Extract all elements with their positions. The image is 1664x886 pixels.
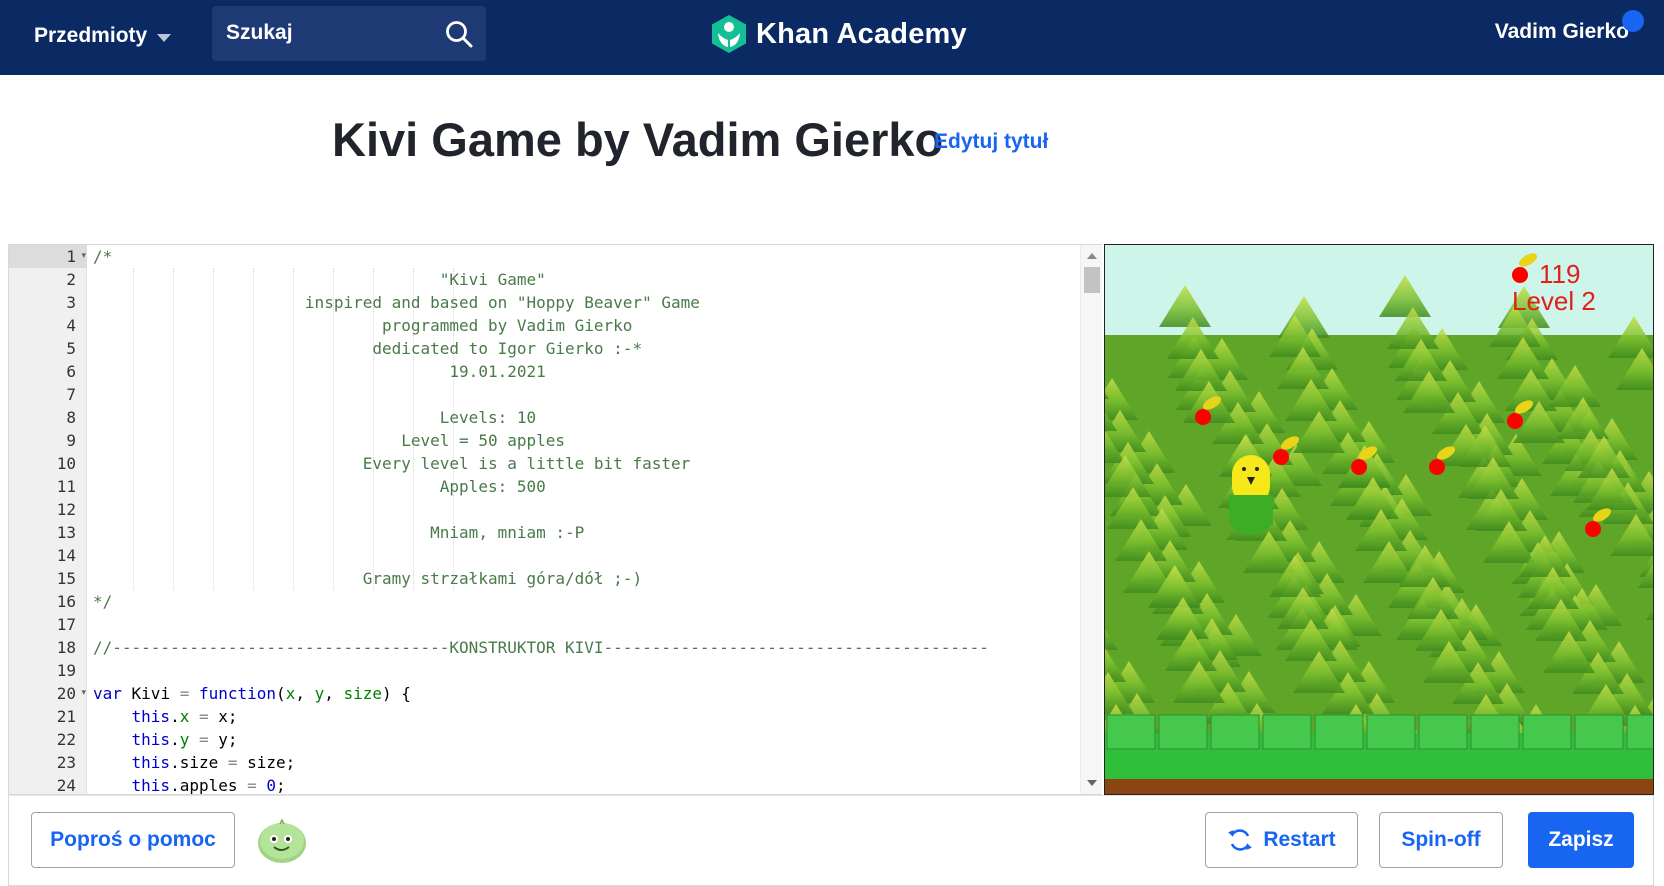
line-number: 22: [56, 730, 76, 749]
line-number: 21: [56, 707, 76, 726]
notification-dot[interactable]: [1622, 10, 1644, 32]
line-number: 5: [66, 339, 76, 358]
code-line[interactable]: this.apples = 0;: [93, 774, 286, 794]
line-number: 9: [66, 431, 76, 450]
level-text: Level 2: [1512, 286, 1596, 316]
khan-academy-logo[interactable]: Khan Academy: [710, 14, 967, 54]
line-number: 15: [56, 569, 76, 588]
line-number: 16: [56, 592, 76, 611]
line-number: 1: [66, 247, 76, 266]
code-line[interactable]: programmed by Vadim Gierko: [93, 314, 632, 337]
edit-title-link[interactable]: Edytuj tytuł: [934, 130, 1048, 154]
grass-blocks: [1106, 714, 1653, 750]
khan-logo-icon: [712, 15, 746, 53]
foliage: [1105, 275, 1653, 777]
code-line[interactable]: Mniam, mniam :-P: [93, 521, 584, 544]
code-line[interactable]: */: [93, 590, 112, 613]
code-line[interactable]: this.y = y;: [93, 728, 238, 751]
line-number: 13: [56, 523, 76, 542]
line-number: 8: [66, 408, 76, 427]
code-line[interactable]: inspired and based on "Hoppy Beaver" Gam…: [93, 291, 700, 314]
line-number: 4: [66, 316, 76, 335]
refresh-icon: [1228, 829, 1253, 851]
kivi-character: [1229, 455, 1273, 534]
line-number: 17: [56, 615, 76, 634]
code-editor[interactable]: 1 ▾ 2 3 4 5 6 7 8 9 10 11 12 13 14 15 16 17 18 19 20 ▾ 21 22 23 2…: [8, 244, 1102, 795]
line-number: 20: [56, 684, 76, 703]
code-line[interactable]: 19.01.2021: [93, 360, 545, 383]
code-line[interactable]: //-----------------------------------KON…: [93, 636, 989, 659]
line-number: 23: [56, 753, 76, 772]
code-line[interactable]: Levels: 10: [93, 406, 536, 429]
subjects-menu-button[interactable]: Przedmioty: [34, 18, 172, 54]
spin-off-button[interactable]: Spin-off: [1379, 812, 1503, 868]
code-line[interactable]: var Kivi = function(x, y, size) {: [93, 682, 411, 705]
top-nav: Przedmioty Szukaj Khan Academy Vadim Gie…: [0, 0, 1664, 75]
bottom-toolbar: Poproś o pomoc Restart Spin-off Zapisz: [8, 795, 1654, 886]
code-line[interactable]: Level = 50 apples: [93, 429, 565, 452]
search-placeholder: Szukaj: [226, 21, 293, 44]
scroll-up-icon[interactable]: [1087, 253, 1097, 259]
scroll-down-icon[interactable]: [1087, 780, 1097, 786]
code-line[interactable]: /*: [93, 245, 112, 268]
search-icon[interactable]: [444, 19, 474, 49]
code-line[interactable]: this.size = size;: [93, 751, 296, 774]
code-line[interactable]: Every level is a little bit faster: [93, 452, 691, 475]
chevron-down-icon: [157, 33, 172, 42]
search-input[interactable]: Szukaj: [212, 6, 486, 61]
fold-arrow-icon[interactable]: ▾: [81, 245, 86, 268]
line-number-gutter: 1 ▾ 2 3 4 5 6 7 8 9 10 11 12 13 14 15 16 17 18 19 20 ▾ 21 22 23 2…: [9, 245, 87, 794]
line-number: 18: [56, 638, 76, 657]
line-number: 11: [56, 477, 76, 496]
line-number: 10: [56, 454, 76, 473]
dirt: [1105, 779, 1653, 794]
code-line[interactable]: this.x = x;: [93, 705, 238, 728]
score-text: 119: [1539, 259, 1580, 289]
line-number: 3: [66, 293, 76, 312]
code-line[interactable]: dedicated to Igor Gierko :-*: [93, 337, 642, 360]
line-number: 2: [66, 270, 76, 289]
scrollbar-thumb[interactable]: [1084, 267, 1100, 293]
line-number: 14: [56, 546, 76, 565]
user-name-button[interactable]: Vadim Gierko: [1495, 20, 1629, 44]
line-number: 24: [56, 776, 76, 795]
page-title: Kivi Game by Vadim Gierko: [332, 113, 944, 166]
code-line[interactable]: Gramy strzałkami góra/dół ;-): [93, 567, 642, 590]
ask-for-help-button[interactable]: Poproś o pomoc: [31, 812, 235, 868]
code-line[interactable]: "Kivi Game": [93, 268, 546, 291]
subjects-label: Przedmioty: [34, 24, 148, 47]
fold-arrow-icon[interactable]: ▾: [81, 682, 86, 705]
line-number: 7: [66, 385, 76, 404]
game-canvas[interactable]: 119 Level 2: [1104, 244, 1654, 795]
save-button[interactable]: Zapisz: [1528, 812, 1634, 868]
code-line[interactable]: Apples: 500: [93, 475, 546, 498]
avatar-icon[interactable]: [256, 815, 308, 865]
restart-label: Restart: [1263, 828, 1336, 851]
restart-button[interactable]: Restart: [1205, 812, 1358, 868]
code-area[interactable]: /* "Kivi Game" inspired and based on "Ho…: [93, 245, 1083, 794]
line-number: 19: [56, 661, 76, 680]
logo-text: Khan Academy: [756, 17, 967, 50]
line-number: 6: [66, 362, 76, 381]
editor-scrollbar[interactable]: [1080, 245, 1102, 794]
line-number: 12: [56, 500, 76, 519]
game-scene: 119 Level 2: [1105, 245, 1653, 794]
